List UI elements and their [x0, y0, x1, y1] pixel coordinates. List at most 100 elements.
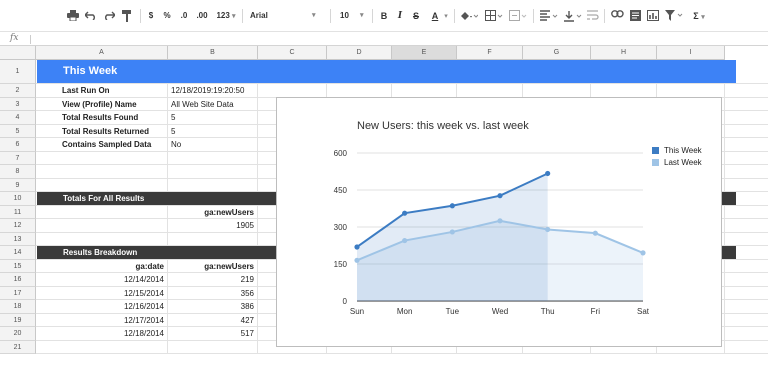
legend-label-this-week: This Week: [664, 146, 702, 155]
row-header-9[interactable]: 9: [0, 178, 36, 192]
breakdown-users-cell[interactable]: 517: [171, 327, 254, 341]
currency-button[interactable]: $: [146, 9, 156, 23]
comment-icon[interactable]: [628, 9, 642, 23]
row-header-3[interactable]: 3: [0, 97, 36, 111]
vertical-align-icon[interactable]: [562, 9, 584, 23]
y-tick-label: 450: [334, 186, 348, 195]
row-header-2[interactable]: 2: [0, 84, 36, 98]
date-column-header[interactable]: ga:date: [39, 260, 164, 274]
percent-button[interactable]: %: [162, 9, 172, 23]
breakdown-date-cell[interactable]: 12/16/2014: [39, 300, 164, 314]
info-label[interactable]: View (Profile) Name: [62, 98, 187, 112]
column-header-d[interactable]: D: [327, 46, 392, 60]
strikethrough-button[interactable]: S: [410, 9, 422, 23]
breakdown-date-cell[interactable]: 12/14/2014: [39, 273, 164, 287]
chevron-down-icon[interactable]: ▾: [442, 9, 450, 23]
breakdown-users-cell[interactable]: 356: [171, 287, 254, 301]
row-header-16[interactable]: 16: [0, 273, 36, 287]
breakdown-users-cell[interactable]: 219: [171, 273, 254, 287]
row-header-6[interactable]: 6: [0, 138, 36, 152]
column-header-f[interactable]: F: [457, 46, 523, 60]
legend-this-week: This Week: [652, 145, 702, 157]
info-value[interactable]: 12/18/2019:19:20:50: [171, 84, 254, 98]
info-label[interactable]: Last Run On: [62, 84, 187, 98]
font-size-select[interactable]: 10 ▾: [340, 9, 368, 23]
new-users-column-header[interactable]: ga:newUsers: [171, 260, 254, 274]
breakdown-title: Results Breakdown: [63, 248, 138, 257]
italic-button[interactable]: I: [394, 9, 406, 23]
totals-value[interactable]: 1905: [171, 219, 254, 233]
formula-bar[interactable]: fx: [0, 32, 768, 46]
row-header-21[interactable]: 21: [0, 340, 36, 354]
more-formats-button[interactable]: 123 ▾: [213, 9, 239, 23]
row-header-11[interactable]: 11: [0, 205, 36, 219]
section-title: This Week: [63, 65, 118, 77]
chart-title: New Users: this week vs. last week: [357, 120, 529, 132]
select-all-corner[interactable]: [0, 46, 36, 60]
fill-color-icon[interactable]: [458, 9, 480, 23]
decrease-decimal-button[interactable]: .0: [178, 9, 190, 23]
row-header-4[interactable]: 4: [0, 111, 36, 125]
link-icon[interactable]: [610, 9, 624, 23]
column-header-i[interactable]: I: [657, 46, 725, 60]
breakdown-date-cell[interactable]: 12/18/2014: [39, 327, 164, 341]
row-header-18[interactable]: 18: [0, 300, 36, 314]
info-value[interactable]: All Web Site Data: [171, 98, 254, 112]
row-header-13[interactable]: 13: [0, 232, 36, 246]
data-point-this-week: [545, 170, 551, 177]
data-point-this-week: [497, 193, 503, 199]
x-tick-label: Tue: [446, 307, 460, 316]
info-value[interactable]: No: [171, 138, 254, 152]
info-value[interactable]: 5: [171, 125, 254, 139]
row-header-8[interactable]: 8: [0, 165, 36, 179]
y-tick-label: 300: [334, 223, 348, 232]
text-color-button[interactable]: A: [428, 9, 442, 23]
print-icon[interactable]: [66, 9, 80, 23]
row-header-14[interactable]: 14: [0, 246, 36, 260]
row-header-15[interactable]: 15: [0, 259, 36, 273]
breakdown-users-cell[interactable]: 427: [171, 314, 254, 328]
column-header-a[interactable]: A: [36, 46, 168, 60]
row-header-7[interactable]: 7: [0, 151, 36, 165]
breakdown-date-cell[interactable]: 12/17/2014: [39, 314, 164, 328]
column-header-h[interactable]: H: [591, 46, 657, 60]
horizontal-align-icon[interactable]: [538, 9, 560, 23]
text-wrap-icon[interactable]: [586, 9, 600, 23]
breakdown-date-cell[interactable]: 12/15/2014: [39, 287, 164, 301]
increase-decimal-button[interactable]: .00: [194, 9, 210, 23]
embedded-chart[interactable]: 0 150 300 450 600 Sun Mon Tue Wed Thu Fri Sat New U…: [276, 97, 722, 347]
row-header-19[interactable]: 19: [0, 313, 36, 327]
redo-icon[interactable]: [102, 9, 116, 23]
column-header-e[interactable]: E: [392, 46, 457, 60]
borders-icon[interactable]: [483, 9, 505, 23]
row-header-1[interactable]: 1: [0, 60, 36, 84]
chart-canvas: 0 150 300 450 600 Sun Mon Tue Wed Thu Fri Sat: [334, 149, 650, 316]
filter-icon[interactable]: [664, 9, 684, 23]
row-header-12[interactable]: 12: [0, 219, 36, 233]
bold-button[interactable]: B: [378, 9, 390, 23]
info-label[interactable]: Total Results Returned: [62, 125, 187, 139]
totals-column-header[interactable]: ga:newUsers: [171, 206, 254, 220]
column-header-c[interactable]: C: [258, 46, 327, 60]
paint-format-icon[interactable]: [120, 9, 134, 23]
info-label[interactable]: Contains Sampled Data: [62, 138, 187, 152]
undo-icon[interactable]: [84, 9, 98, 23]
functions-button[interactable]: Σ ▾: [688, 9, 710, 23]
info-label[interactable]: Total Results Found: [62, 111, 187, 125]
x-tick-label: Thu: [541, 307, 555, 316]
column-header-b[interactable]: B: [168, 46, 258, 60]
data-point-last-week: [545, 226, 551, 233]
chart-icon[interactable]: [646, 9, 660, 23]
data-point-last-week: [402, 237, 408, 244]
section-header-this-week: This Week: [37, 60, 736, 83]
info-value[interactable]: 5: [171, 111, 254, 125]
breakdown-users-cell[interactable]: 386: [171, 300, 254, 314]
data-point-last-week: [497, 218, 503, 224]
font-family-select[interactable]: Arial ▾: [250, 9, 320, 23]
row-header-5[interactable]: 5: [0, 124, 36, 138]
row-header-17[interactable]: 17: [0, 286, 36, 300]
row-header-20[interactable]: 20: [0, 327, 36, 341]
merge-cells-icon[interactable]: [507, 9, 529, 23]
column-header-g[interactable]: G: [523, 46, 591, 60]
row-header-10[interactable]: 10: [0, 192, 36, 206]
